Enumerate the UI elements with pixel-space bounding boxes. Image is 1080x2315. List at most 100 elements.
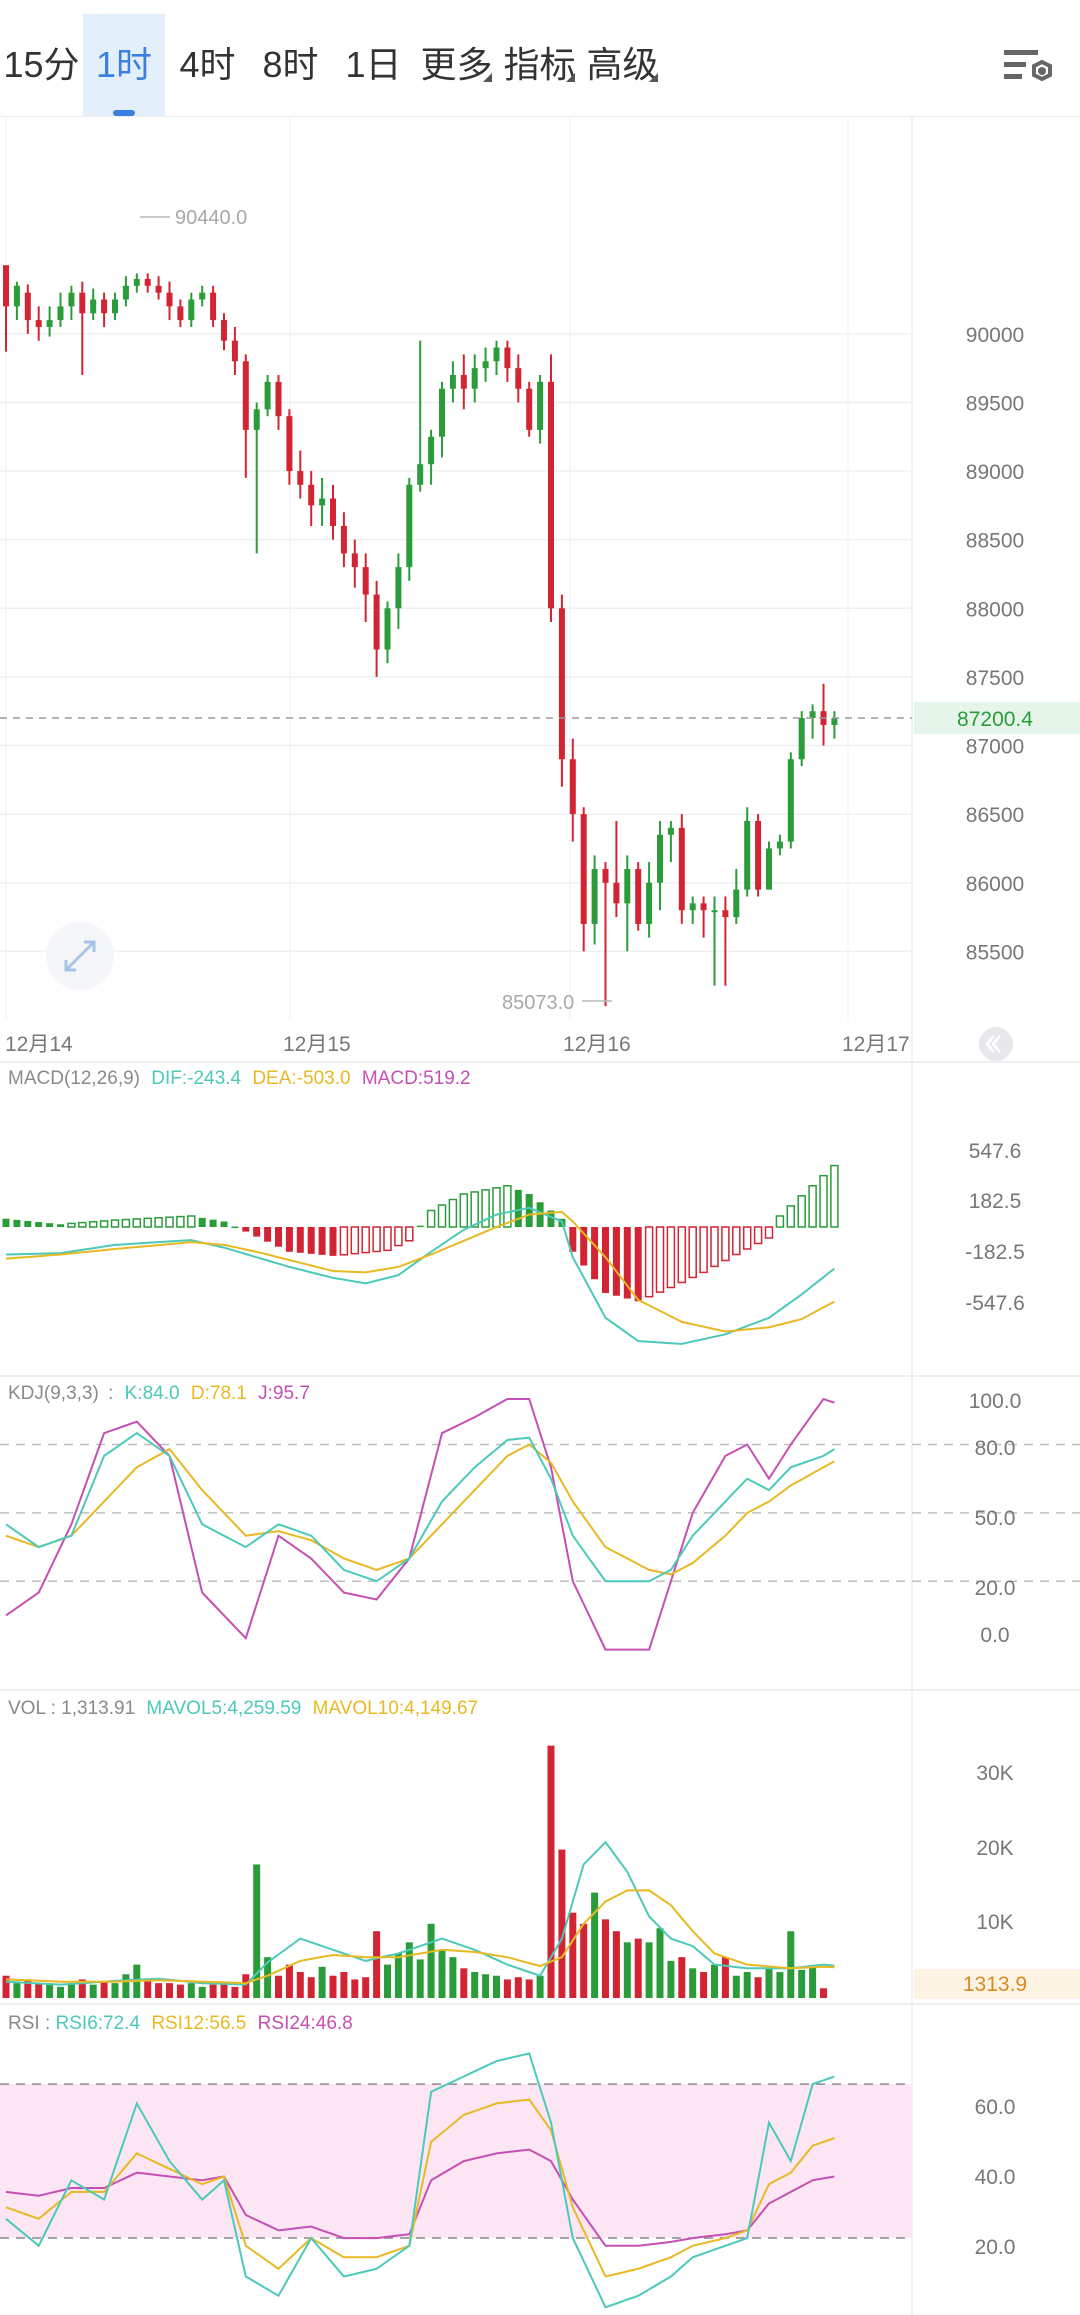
chart-settings-icon[interactable] [1000,44,1058,90]
interval-tab-bar: 15分 1时 4时 8时 1日 更多 指标 高级 [0,0,1080,117]
macd-hist-value: MACD:519.2 [362,1068,471,1089]
macd-title: MACD(12,26,9) [8,1068,140,1089]
volume-bar [187,1983,195,1998]
candle-body [678,827,685,911]
macd-histogram-bar [176,1215,185,1228]
volume-bar [122,1974,130,1998]
tab-more[interactable]: 更多 [415,14,498,116]
macd-histogram-bar [808,1185,817,1228]
tab-1d[interactable]: 1日 [332,14,415,116]
volume-bar [743,1972,751,1998]
tab-label: 更多 [420,44,493,85]
macd-dif-value: DIF:-243.4 [151,1068,241,1089]
rsi-tick-label: 20.0 [975,2236,1016,2259]
candle-body [231,340,238,362]
kdj-j-value: J:95.7 [258,1383,310,1404]
candle-body [286,416,293,472]
low-price-label: 85073.0 [502,992,574,1014]
volume-bar [634,1938,642,1998]
volume-bar [166,1983,173,1998]
macd-histogram-bar [121,1218,131,1228]
volume-bar [711,1964,718,1998]
volume-bar [46,1984,54,1998]
macd-histogram-bar [426,1209,436,1228]
tab-label: 指标 [503,44,576,85]
vol-tick-label: 10K [976,1911,1013,1934]
tab-label: 高级 [586,44,659,85]
volume-bar [373,1931,381,1998]
macd-histogram-bar [786,1205,796,1228]
candle-body [188,299,195,321]
price-tick-label: 87000 [966,736,1024,759]
mavol10-value: MAVOL10:4,149.67 [313,1698,478,1719]
macd-histogram-bar [165,1216,174,1228]
candle-body [79,292,86,314]
volume-bar [209,1984,217,1998]
volume-bar [798,1969,806,1998]
candle-body [504,347,511,369]
volume-bar [809,1966,817,1998]
macd-histogram-bar [220,1221,228,1227]
candle-body [177,306,184,321]
tab-15m[interactable]: 15分 [0,14,83,116]
macd-histogram-bar [88,1221,98,1228]
candle-body [35,320,42,327]
volume-bar [787,1931,795,1998]
volume-bar [176,1984,184,1998]
tab-8h[interactable]: 8时 [249,14,332,116]
macd-histogram-bar [416,1225,424,1228]
macd-dea-line [5,1210,835,1333]
candle-body [733,889,740,918]
candle-body [308,484,315,506]
candle-body [90,299,97,314]
macd-histogram-bar [242,1227,250,1232]
vol-axis: 30K 20K 10K [976,1762,1013,1934]
candle-body [558,608,565,760]
volume-bar [471,1972,479,1998]
double-chevron-left-icon[interactable] [979,1027,1013,1061]
macd-legend: MACD(12,26,9) DIF:-243.4 DEA:-503.0 MACD… [8,1068,471,1089]
kdj-tick-label: 50.0 [975,1507,1016,1530]
volume-bar [591,1892,599,1998]
price-tick-label: 88000 [966,598,1024,621]
candle-body [428,436,435,465]
volume-bar [732,1975,740,1998]
tab-1h[interactable]: 1时 [83,14,165,116]
candle-body [569,759,576,815]
macd-tick-label: 182.5 [969,1190,1022,1213]
candle-body [133,278,140,286]
date-tick-label: 12月16 [563,1033,631,1056]
macd-histogram-bar [634,1227,642,1302]
candle-body [3,265,9,307]
macd-histogram-bar [666,1226,676,1289]
candle-body [591,869,598,924]
volume-bar [667,1960,675,1998]
date-tick-label: 12月14 [5,1033,73,1056]
tab-4h[interactable]: 4时 [166,14,249,116]
candle-body [515,368,522,389]
macd-dea-value: DEA:-503.0 [252,1068,350,1089]
volume-bar [144,1979,152,1998]
macd-tick-label: -182.5 [965,1241,1025,1264]
tab-indicators[interactable]: 指标 [498,14,581,116]
volume-bar [536,1975,544,1998]
candle-body [319,498,326,506]
candle-body [471,368,478,389]
candle-body [57,306,64,321]
volume-bar [754,1977,762,1998]
candle-body [798,718,805,760]
volume-bar [35,1983,43,1998]
macd-histogram-bar [372,1226,381,1253]
candle-body [395,567,402,609]
volume-bar [362,1977,370,1998]
tab-advanced[interactable]: 高级 [581,14,664,116]
volume-bar [602,1919,609,1998]
volume-bar [678,1957,686,1998]
candle-body [221,320,227,341]
candle-body [439,388,445,437]
volume-bar [329,1975,337,1998]
macd-histogram-bar [57,1224,64,1227]
macd-histogram-bar [394,1226,403,1247]
candle-body [373,594,380,650]
expand-icon[interactable] [46,922,114,990]
